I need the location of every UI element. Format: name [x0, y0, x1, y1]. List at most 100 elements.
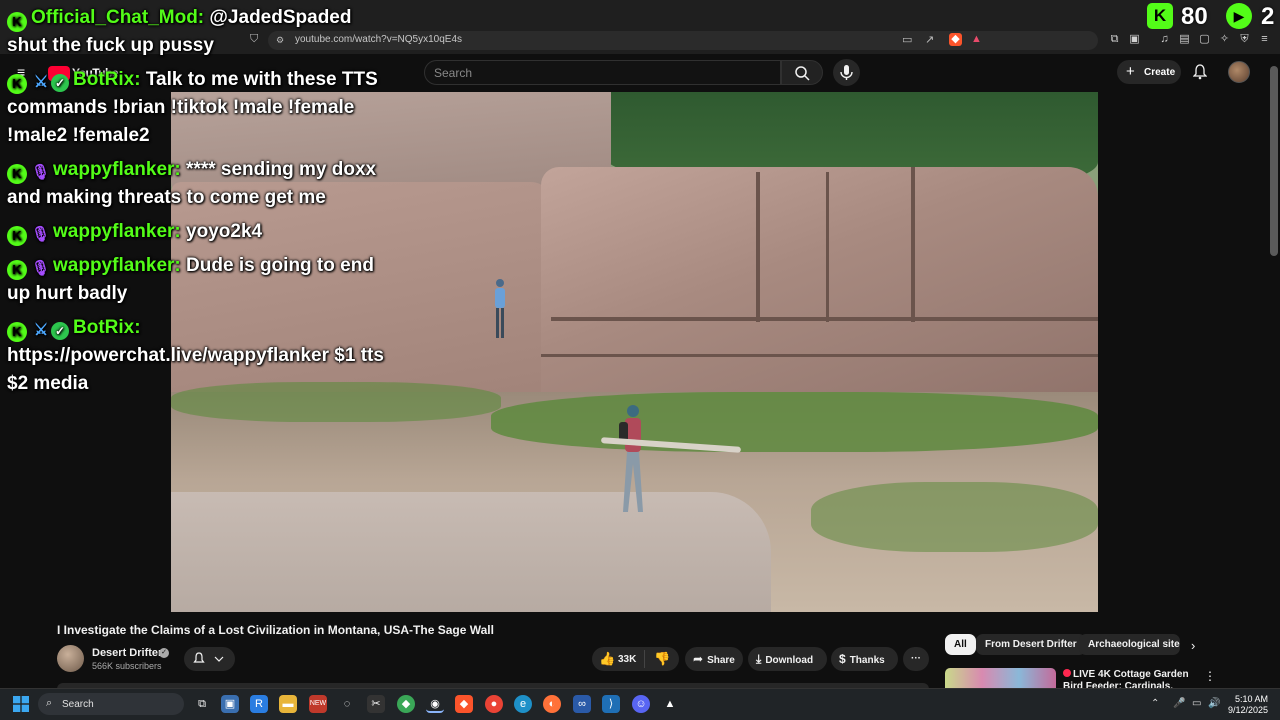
remote-desktop-icon[interactable]: R — [250, 695, 268, 713]
brave-shields-icon[interactable]: ◆ — [949, 33, 962, 46]
dislike-icon[interactable]: 👎 — [654, 651, 670, 667]
chat-text: yoyo2k4 — [180, 221, 263, 242]
chat-username: BotRix: — [73, 69, 141, 90]
video-rock-slab — [171, 492, 771, 612]
taskbar-search-box[interactable] — [38, 693, 184, 715]
kick-badge-icon: K — [7, 164, 27, 184]
chat-username: wappyflanker: — [53, 221, 181, 242]
video-rock-wall — [541, 167, 1098, 427]
share-icon: ➦ — [693, 652, 704, 666]
channel-name[interactable]: Desert Drifter — [92, 647, 162, 659]
discord-icon[interactable]: ☺ — [632, 695, 650, 713]
sidebar-icon[interactable]: ▣ — [1128, 33, 1141, 46]
account-avatar[interactable] — [1228, 61, 1250, 83]
kick-badge-icon: K — [7, 226, 27, 246]
like-icon[interactable]: 👍 — [599, 651, 615, 667]
bell-dropdown-icon — [193, 652, 224, 663]
recommendation-thumbnail[interactable] — [945, 668, 1056, 688]
chat-message: https://powerchat.live/wappyflanker $1 t… — [7, 342, 387, 398]
media-icon[interactable]: ♫ — [1158, 33, 1171, 46]
notifications-bell-icon[interactable] — [1193, 64, 1207, 80]
capcut-icon[interactable]: ✂ — [367, 695, 385, 713]
more-actions-button[interactable]: ··· — [903, 647, 929, 671]
subscriber-count: 566K subscribers — [92, 661, 162, 671]
channel-avatar[interactable] — [57, 645, 84, 672]
chevron-right-icon[interactable]: › — [1191, 638, 1195, 653]
brave-rewards-icon[interactable]: ▲ — [970, 33, 983, 46]
search-input[interactable] — [424, 60, 781, 85]
tray-mic-icon[interactable]: 🎤 — [1173, 698, 1185, 709]
chat-username: wappyflanker: — [53, 159, 181, 180]
verified-icon: ✓ — [159, 648, 169, 658]
thanks-button[interactable]: $ Thanks — [831, 647, 898, 671]
download-button[interactable]: ⤓ Download — [748, 647, 827, 671]
mic-badge-icon: 🎙 — [31, 226, 51, 243]
share-page-icon[interactable]: ↗ — [925, 33, 934, 46]
tray-chevron-icon[interactable]: ⌃ — [1151, 698, 1159, 709]
page-scrollbar[interactable] — [1270, 66, 1278, 256]
search-button[interactable] — [781, 60, 823, 85]
chat-message: K 🎙 wappyflanker: Dude is going to end up … — [7, 252, 387, 308]
mic-badge-icon: 🎙 — [31, 260, 51, 277]
more-actions-label: ··· — [911, 653, 921, 664]
chip-archaeological-sites[interactable]: Archaeological sites — [1079, 634, 1180, 655]
leo-icon[interactable]: ✧ — [1218, 33, 1231, 46]
kick-viewer-count: 80 — [1181, 3, 1208, 30]
chat-username: Official_Chat_Mod: — [31, 7, 205, 28]
firefox-icon[interactable]: ◐ — [543, 695, 561, 713]
share-button[interactable]: ➦ Share — [685, 647, 743, 671]
task-view-icon[interactable]: ⧉ — [193, 695, 211, 713]
stream-chat-overlay: K Official_Chat_Mod: @JadedSpaded shut th… — [7, 4, 387, 404]
mic-badge-icon: 🎙 — [31, 164, 51, 181]
chat-text: shut the fuck up pussy — [7, 35, 214, 56]
chrome-icon[interactable]: ● — [485, 695, 503, 713]
video-rock-crack — [551, 317, 1098, 321]
vscode-icon[interactable]: ⟩ — [602, 695, 620, 713]
app-triangle-icon[interactable]: ▲ — [661, 695, 679, 713]
chat-username: BotRix: — [73, 317, 141, 338]
search-icon — [795, 66, 810, 81]
clock-time: 5:10 AM — [1234, 694, 1268, 704]
chat-text: https://powerchat.live/wappyflanker $1 t… — [7, 345, 384, 394]
create-label: Create — [1144, 67, 1176, 78]
video-hiker-on-ledge — [495, 279, 505, 338]
video-grass — [491, 392, 1098, 452]
news-app-icon[interactable]: NEW — [309, 695, 327, 713]
chat-message: K Official_Chat_Mod: @JadedSpaded — [7, 4, 387, 32]
taskbar-clock[interactable]: 5:10 AM 9/12/2025 — [1224, 694, 1268, 716]
vpn-icon[interactable]: ⛨ — [1238, 33, 1251, 46]
chat-message: K 🎙 wappyflanker: yoyo2k4 — [7, 218, 387, 246]
chat-message: shut the fuck up pussy — [7, 32, 387, 60]
chip-all[interactable]: All — [945, 634, 976, 655]
sword-badge-icon: ⚔ — [33, 322, 49, 339]
obs-icon[interactable]: ◉ — [426, 695, 444, 713]
brave-browser-icon[interactable]: ◆ — [455, 695, 473, 713]
file-explorer-icon[interactable]: ▬ — [279, 695, 297, 713]
video-title: I Investigate the Claims of a Lost Civil… — [57, 623, 494, 637]
menu-icon[interactable]: ≡ — [1258, 33, 1271, 46]
maps-icon[interactable]: ◆ — [397, 695, 415, 713]
sword-badge-icon: ⚔ — [33, 74, 49, 91]
video-rock-crack — [541, 354, 1098, 357]
download-label: Download — [765, 655, 814, 666]
wallet-icon[interactable]: ▢ — [1198, 33, 1211, 46]
voice-search-button[interactable] — [833, 59, 860, 86]
app-icon[interactable]: ▣ — [221, 695, 239, 713]
windows-start-icon[interactable] — [13, 696, 29, 712]
tray-volume-icon[interactable]: 🔊 — [1208, 698, 1220, 709]
plus-icon: + — [1126, 63, 1135, 80]
chip-from-channel[interactable]: From Desert Drifter — [976, 634, 1086, 655]
taskbar-search-label: Search — [62, 699, 94, 710]
thanks-icon: $ — [839, 652, 846, 666]
tray-network-icon[interactable]: ▭ — [1192, 698, 1201, 709]
video-hiker-walking — [619, 405, 643, 512]
extensions-icon[interactable]: ⧉ — [1108, 33, 1121, 46]
notification-bell-button[interactable] — [184, 647, 235, 671]
cast-icon[interactable]: ▭ — [902, 33, 912, 46]
app-infinity-icon[interactable]: ∞ — [573, 695, 591, 713]
recommendation-menu-icon[interactable]: ⋮ — [1204, 669, 1216, 683]
reading-list-icon[interactable]: ▤ — [1178, 33, 1191, 46]
edge-icon[interactable]: e — [514, 695, 532, 713]
like-count[interactable]: 33K — [618, 654, 636, 665]
sync-icon[interactable]: ◌ — [338, 695, 356, 713]
